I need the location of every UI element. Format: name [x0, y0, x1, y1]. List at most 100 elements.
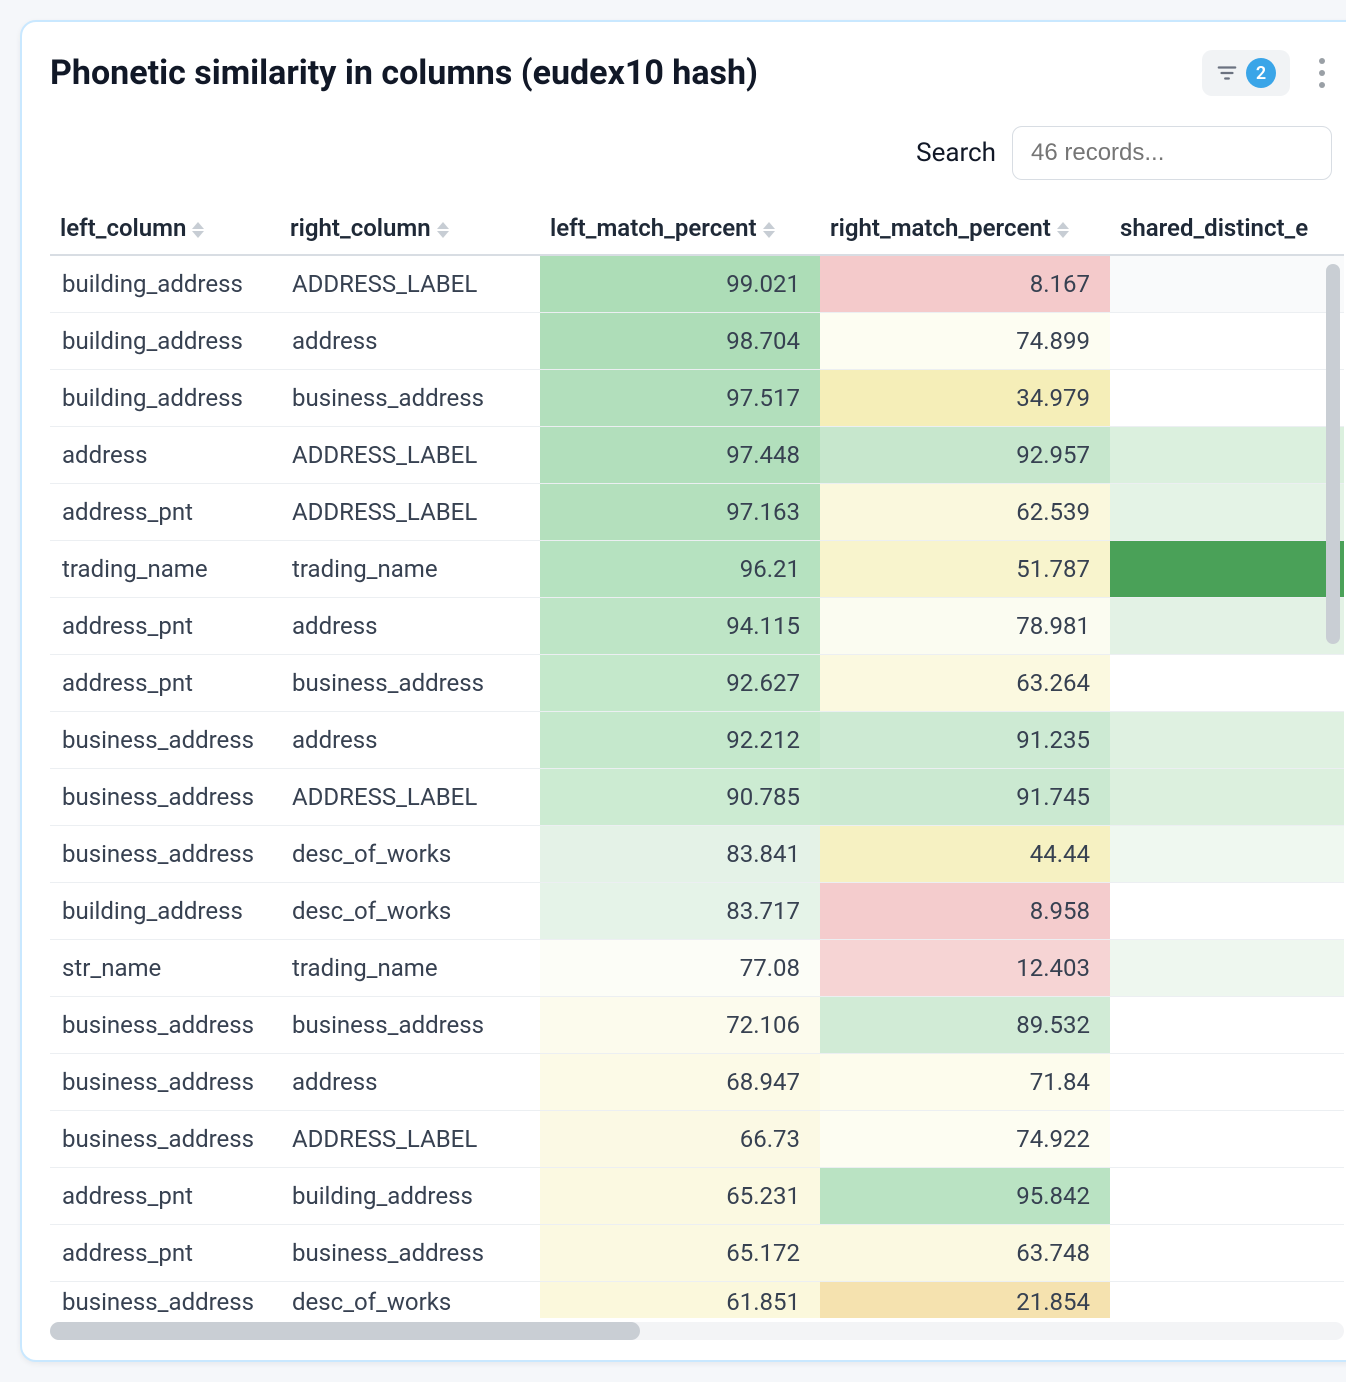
vertical-scrollbar[interactable] [1326, 264, 1340, 644]
cell-right_column: address [280, 313, 540, 370]
cell-left_column: address_pnt [50, 1225, 280, 1282]
search-row: Search [50, 126, 1344, 180]
cell-shared_distinct [1110, 655, 1344, 712]
cell-right_column: building_address [280, 1168, 540, 1225]
cell-shared_distinct [1110, 769, 1344, 826]
table-row[interactable]: address_pntbusiness_address92.62763.264 [50, 655, 1344, 712]
card: Phonetic similarity in columns (eudex10 … [20, 20, 1346, 1362]
horizontal-scrollbar-thumb[interactable] [50, 1322, 640, 1340]
cell-shared_distinct [1110, 997, 1344, 1054]
col-left_match_percent[interactable]: left_match_percent [540, 202, 820, 255]
cell-left_column: building_address [50, 370, 280, 427]
cell-left_match_percent: 99.021 [540, 255, 820, 313]
cell-right_match_percent: 74.922 [820, 1111, 1110, 1168]
cell-right_match_percent: 21.854 [820, 1282, 1110, 1319]
col-shared_distinct[interactable]: shared_distinct_e [1110, 202, 1344, 255]
search-input[interactable] [1012, 126, 1332, 180]
col-left_column[interactable]: left_column [50, 202, 280, 255]
table-row[interactable]: business_addressaddress68.94771.84 [50, 1054, 1344, 1111]
table-header-row: left_column right_column left_match_perc… [50, 202, 1344, 255]
cell-left_column: address_pnt [50, 484, 280, 541]
cell-right_column: ADDRESS_LABEL [280, 427, 540, 484]
cell-left_match_percent: 92.627 [540, 655, 820, 712]
cell-right_match_percent: 51.787 [820, 541, 1110, 598]
table-row[interactable]: building_addressbusiness_address97.51734… [50, 370, 1344, 427]
cell-right_column: desc_of_works [280, 1282, 540, 1319]
table-row[interactable]: str_nametrading_name77.0812.403 [50, 940, 1344, 997]
table-row[interactable]: address_pntaddress94.11578.981 [50, 598, 1344, 655]
cell-right_match_percent: 71.84 [820, 1054, 1110, 1111]
cell-left_match_percent: 77.08 [540, 940, 820, 997]
cell-left_column: business_address [50, 997, 280, 1054]
header: Phonetic similarity in columns (eudex10 … [50, 50, 1344, 96]
cell-left_column: address_pnt [50, 1168, 280, 1225]
filter-icon [1216, 62, 1238, 84]
cell-left_match_percent: 97.448 [540, 427, 820, 484]
table-row[interactable]: business_addressaddress92.21291.235 [50, 712, 1344, 769]
table-row[interactable]: business_addressdesc_of_works61.85121.85… [50, 1282, 1344, 1319]
cell-right_column: address [280, 1054, 540, 1111]
cell-shared_distinct [1110, 541, 1344, 598]
cell-left_match_percent: 98.704 [540, 313, 820, 370]
filter-button[interactable]: 2 [1202, 50, 1290, 96]
cell-left_match_percent: 92.212 [540, 712, 820, 769]
cell-right_match_percent: 92.957 [820, 427, 1110, 484]
table-row[interactable]: address_pntADDRESS_LABEL97.16362.539 [50, 484, 1344, 541]
cell-shared_distinct [1110, 940, 1344, 997]
col-right_column[interactable]: right_column [280, 202, 540, 255]
cell-shared_distinct [1110, 826, 1344, 883]
table-row[interactable]: business_addressbusiness_address72.10689… [50, 997, 1344, 1054]
cell-right_column: address [280, 712, 540, 769]
cell-shared_distinct [1110, 883, 1344, 940]
table-row[interactable]: building_addressaddress98.70474.899 [50, 313, 1344, 370]
cell-right_column: desc_of_works [280, 883, 540, 940]
cell-left_column: business_address [50, 1054, 280, 1111]
cell-left_match_percent: 97.163 [540, 484, 820, 541]
more-menu-button[interactable] [1308, 53, 1336, 93]
cell-left_match_percent: 94.115 [540, 598, 820, 655]
cell-right_match_percent: 12.403 [820, 940, 1110, 997]
cell-right_match_percent: 63.264 [820, 655, 1110, 712]
col-right_match_percent[interactable]: right_match_percent [820, 202, 1110, 255]
cell-right_match_percent: 95.842 [820, 1168, 1110, 1225]
cell-right_match_percent: 8.167 [820, 255, 1110, 313]
cell-left_column: trading_name [50, 541, 280, 598]
sort-icon [1057, 222, 1069, 238]
cell-left_match_percent: 96.21 [540, 541, 820, 598]
table-row[interactable]: address_pntbusiness_address65.17263.748 [50, 1225, 1344, 1282]
cell-right_column: desc_of_works [280, 826, 540, 883]
cell-right_match_percent: 44.44 [820, 826, 1110, 883]
cell-right_column: trading_name [280, 940, 540, 997]
table-row[interactable]: building_addressADDRESS_LABEL99.0218.167 [50, 255, 1344, 313]
table-row[interactable]: building_addressdesc_of_works83.7178.958 [50, 883, 1344, 940]
table-wrap: left_column right_column left_match_perc… [50, 202, 1344, 1340]
cell-left_match_percent: 97.517 [540, 370, 820, 427]
table-row[interactable]: business_addressADDRESS_LABEL66.7374.922 [50, 1111, 1344, 1168]
sort-icon [192, 222, 204, 238]
cell-shared_distinct [1110, 427, 1344, 484]
table-row[interactable]: address_pntbuilding_address65.23195.842 [50, 1168, 1344, 1225]
filter-count-badge: 2 [1246, 58, 1276, 88]
cell-right_column: trading_name [280, 541, 540, 598]
cell-shared_distinct [1110, 484, 1344, 541]
cell-left_column: address_pnt [50, 655, 280, 712]
cell-shared_distinct [1110, 1111, 1344, 1168]
cell-left_match_percent: 66.73 [540, 1111, 820, 1168]
cell-shared_distinct [1110, 1054, 1344, 1111]
table-row[interactable]: addressADDRESS_LABEL97.44892.957 [50, 427, 1344, 484]
sort-icon [437, 222, 449, 238]
cell-right_column: business_address [280, 1225, 540, 1282]
horizontal-scrollbar-track[interactable] [50, 1322, 1344, 1340]
table-row[interactable]: trading_nametrading_name96.2151.787 [50, 541, 1344, 598]
cell-shared_distinct [1110, 370, 1344, 427]
cell-left_column: building_address [50, 313, 280, 370]
cell-left_match_percent: 90.785 [540, 769, 820, 826]
table-row[interactable]: business_addressADDRESS_LABEL90.78591.74… [50, 769, 1344, 826]
cell-shared_distinct [1110, 313, 1344, 370]
cell-right_column: ADDRESS_LABEL [280, 769, 540, 826]
table-row[interactable]: business_addressdesc_of_works83.84144.44 [50, 826, 1344, 883]
sort-icon [763, 222, 775, 238]
cell-shared_distinct [1110, 255, 1344, 313]
cell-right_match_percent: 8.958 [820, 883, 1110, 940]
cell-left_match_percent: 68.947 [540, 1054, 820, 1111]
